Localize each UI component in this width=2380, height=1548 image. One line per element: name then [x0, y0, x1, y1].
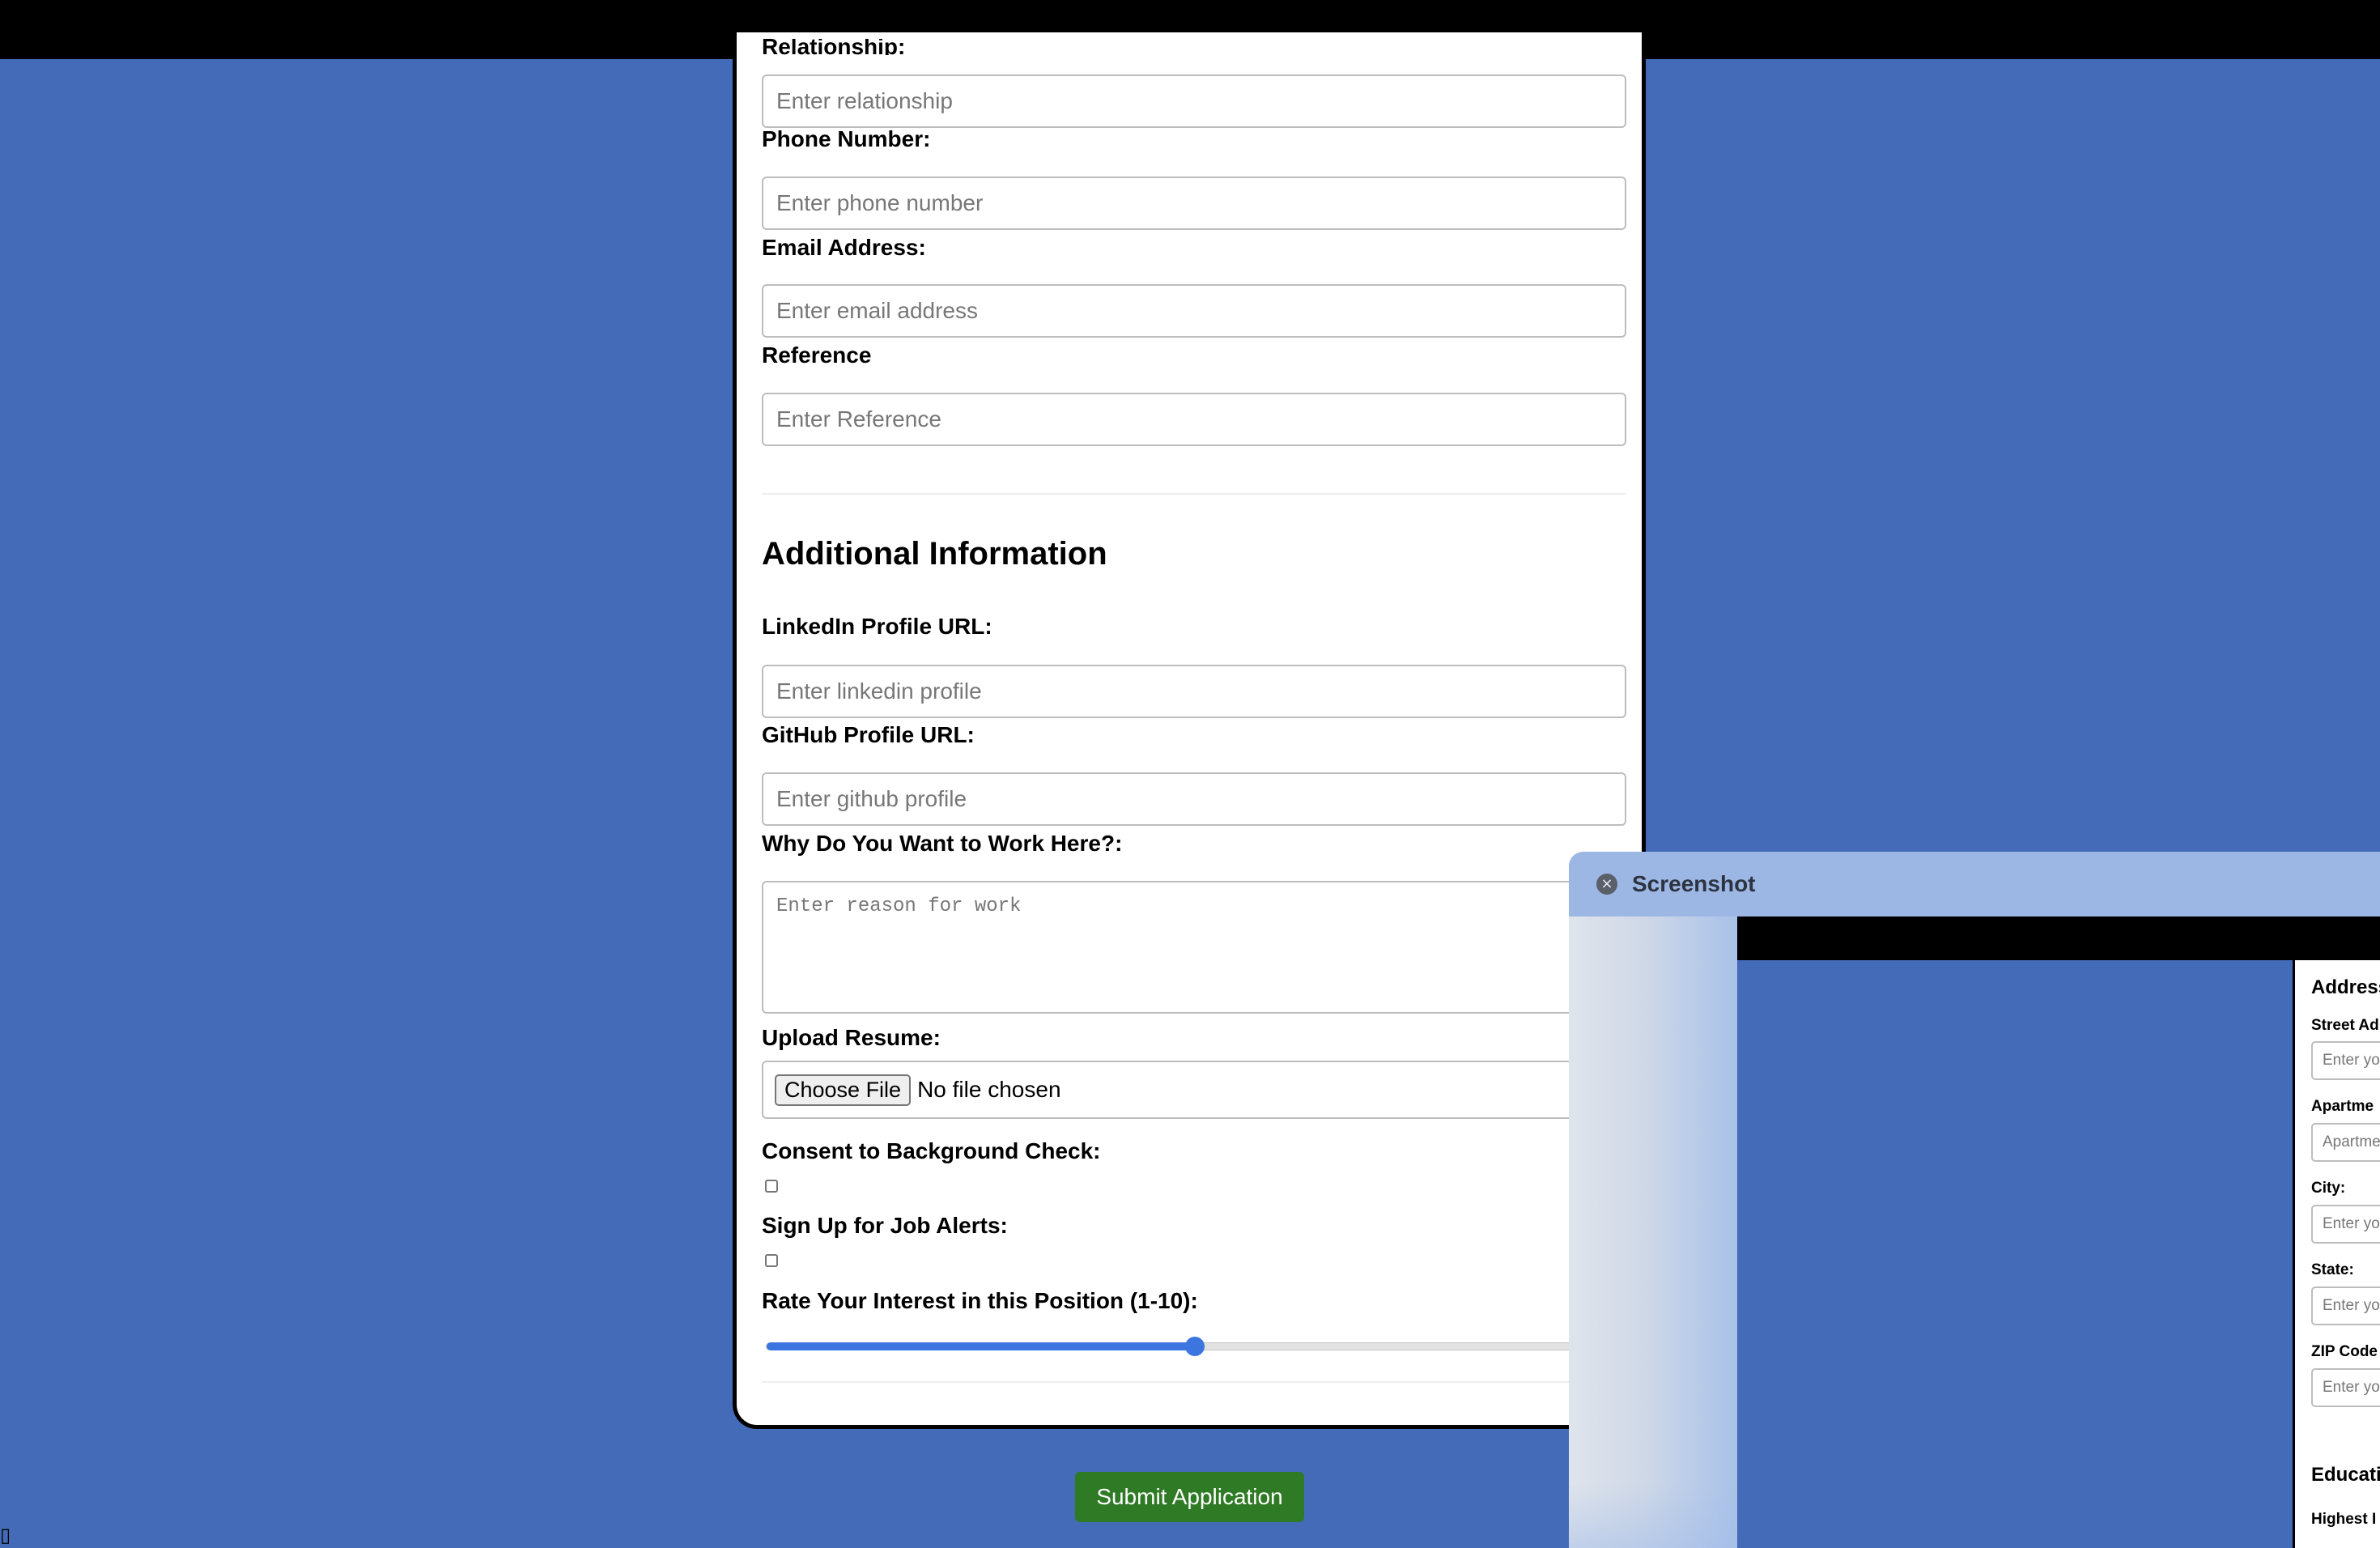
- mini-apt-input: Apartme: [2311, 1123, 2380, 1162]
- corner-glyph: ▯: [0, 1525, 11, 1546]
- why-work-label: Why Do You Want to Work Here?:: [762, 831, 1123, 856]
- relationship-label: Relationship:: [762, 39, 906, 55]
- background-check-checkbox[interactable]: [765, 1180, 778, 1193]
- mini-state-input: Enter yo: [2311, 1286, 2380, 1325]
- reference-input[interactable]: [762, 393, 1626, 446]
- mini-city-input: Enter yo: [2311, 1205, 2380, 1244]
- mini-apt-label: Apartme: [2311, 1098, 2374, 1115]
- phone-number-input[interactable]: [762, 176, 1626, 230]
- background-check-label: Consent to Background Check:: [762, 1138, 1101, 1163]
- mini-street-input: Enter yo: [2311, 1041, 2380, 1080]
- mini-education-heading: Educati: [2311, 1464, 2380, 1486]
- interest-slider-thumb[interactable]: [1185, 1337, 1205, 1356]
- mini-city-label: City:: [2311, 1180, 2346, 1197]
- submit-application-button[interactable]: Submit Application: [1075, 1472, 1304, 1522]
- phone-number-label: Phone Number:: [762, 126, 931, 151]
- screenshot-thumbnail: Address Street Ad Enter yo Apartme Apart…: [1737, 916, 2380, 1548]
- thumbnail-top-bar: [1737, 916, 2380, 960]
- interest-slider-fill: [767, 1342, 1195, 1350]
- mini-address-heading: Address: [2311, 976, 2380, 998]
- mini-highest-label: Highest I: [2311, 1511, 2377, 1528]
- close-icon[interactable]: ×: [1596, 874, 1617, 895]
- application-form-card: Relationship: Phone Number: Email Addres…: [733, 32, 1646, 1429]
- resume-file-input[interactable]: Choose File No file chosen: [762, 1061, 1626, 1119]
- github-input[interactable]: [762, 772, 1626, 826]
- interest-rating-label: Rate Your Interest in this Position (1-1…: [762, 1288, 1198, 1313]
- why-work-textarea[interactable]: [762, 881, 1626, 1014]
- screenshot-titlebar: × Screenshot: [1569, 852, 2380, 916]
- email-address-input[interactable]: [762, 284, 1626, 338]
- job-alerts-label: Sign Up for Job Alerts:: [762, 1213, 1008, 1238]
- section-divider: [762, 493, 1626, 495]
- mini-street-label: Street Ad: [2311, 1017, 2379, 1034]
- reference-label: Reference: [762, 342, 872, 368]
- file-status-text: No file chosen: [917, 1077, 1061, 1102]
- section-divider-bottom: [762, 1381, 1626, 1383]
- github-label: GitHub Profile URL:: [762, 722, 975, 747]
- mini-zip-label: ZIP Code: [2311, 1343, 2378, 1360]
- interest-slider[interactable]: [766, 1337, 1624, 1356]
- sidebar-fade: [1569, 1483, 1737, 1548]
- linkedin-label: LinkedIn Profile URL:: [762, 614, 992, 639]
- additional-information-heading: Additional Information: [762, 536, 1107, 572]
- choose-file-button[interactable]: Choose File: [775, 1074, 912, 1106]
- job-alerts-checkbox[interactable]: [765, 1254, 778, 1267]
- linkedin-input[interactable]: [762, 665, 1626, 718]
- thumbnail-form: Address Street Ad Enter yo Apartme Apart…: [2293, 960, 2380, 1548]
- screenshot-title: Screenshot: [1632, 871, 1756, 896]
- mini-zip-input: Enter yo: [2311, 1368, 2380, 1407]
- screenshot-sidebar: [1569, 916, 1737, 1548]
- mini-state-label: State:: [2311, 1261, 2354, 1278]
- upload-resume-label: Upload Resume:: [762, 1025, 941, 1050]
- relationship-input[interactable]: [762, 74, 1626, 128]
- screenshot-preview-window[interactable]: × Screenshot Address Street Ad Enter yo …: [1569, 852, 2380, 1548]
- email-address-label: Email Address:: [762, 235, 926, 260]
